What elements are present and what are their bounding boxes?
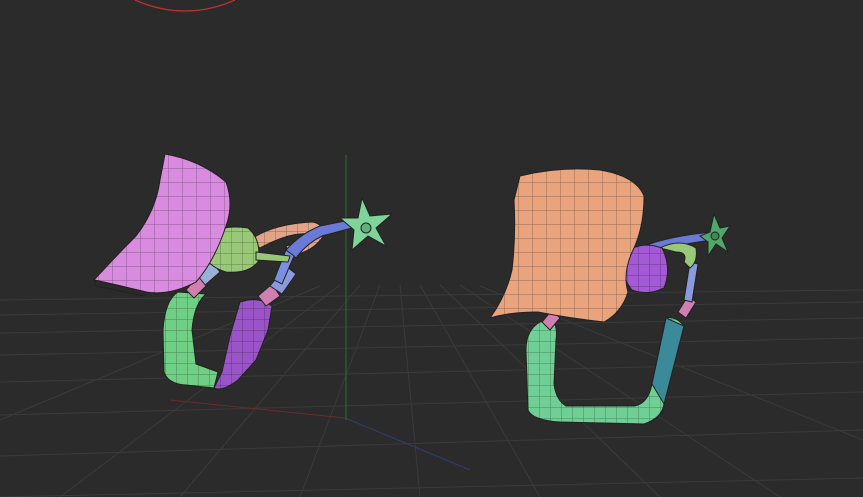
view-gizmo-arc[interactable] xyxy=(134,0,236,12)
right-link-3 xyxy=(683,261,699,303)
z-axis-line xyxy=(344,417,471,471)
model-right[interactable] xyxy=(488,168,732,425)
viewport-canvas[interactable] xyxy=(0,0,863,497)
x-axis-line xyxy=(169,399,346,419)
right-loop-edge xyxy=(651,317,685,406)
3d-viewport[interactable] xyxy=(0,0,863,497)
ground-grid xyxy=(0,284,863,497)
model-left[interactable] xyxy=(93,153,394,390)
